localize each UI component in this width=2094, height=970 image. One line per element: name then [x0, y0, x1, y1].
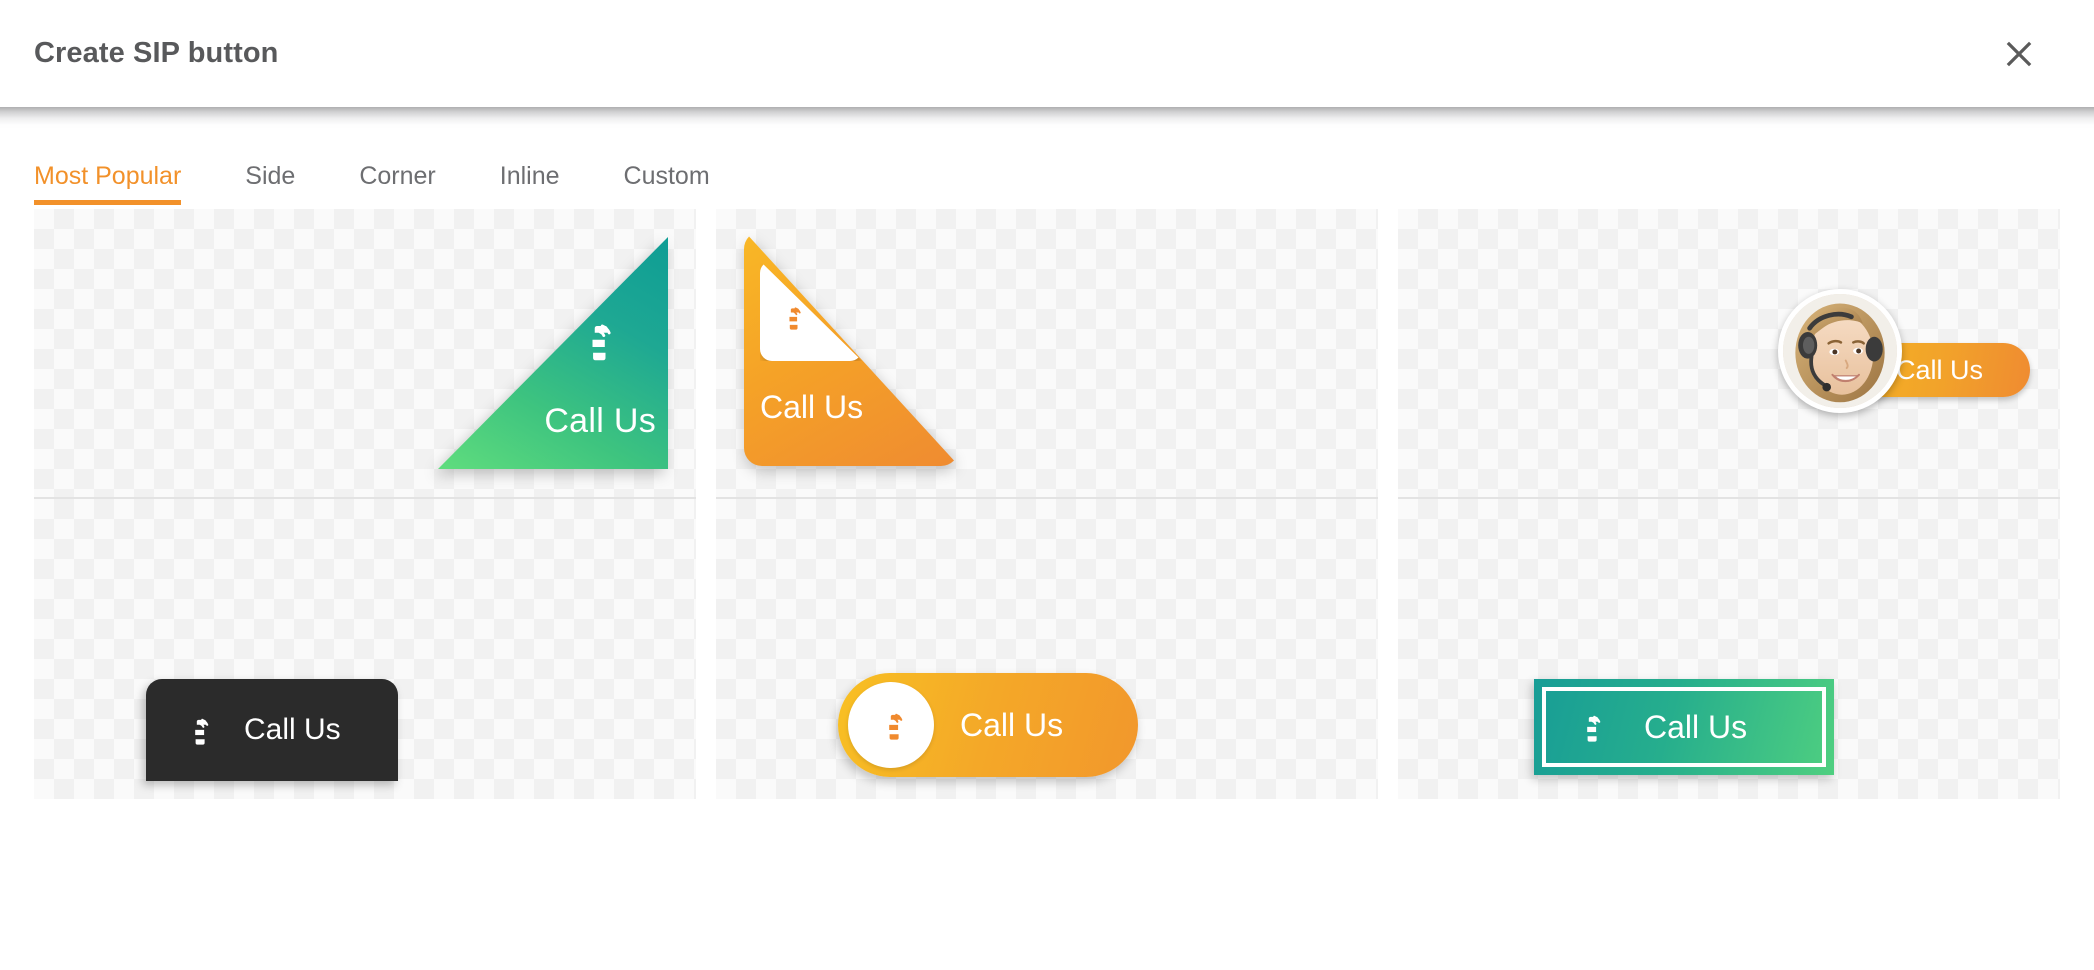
- template-card-orange-pill[interactable]: Call Us: [716, 499, 1378, 799]
- tab-side[interactable]: Side: [221, 162, 335, 205]
- green-triangle-widget[interactable]: Call Us: [438, 237, 668, 469]
- page-title: Create SIP button: [34, 37, 278, 70]
- close-icon: [2004, 39, 2034, 69]
- template-card-avatar-orange-pill[interactable]: Call Us: [1398, 209, 2060, 499]
- widget-label: Call Us: [244, 713, 341, 747]
- phone-waves-icon: [176, 709, 218, 751]
- pill-icon-circle: [848, 682, 934, 768]
- green-call-button[interactable]: Call Us: [1534, 679, 1834, 775]
- orange-triangle-icon-plate: [760, 261, 862, 361]
- template-card-dark-rounded[interactable]: Call Us: [34, 499, 696, 799]
- modal-header: Create SIP button: [0, 0, 2094, 107]
- dark-call-button[interactable]: Call Us: [146, 679, 398, 781]
- tab-corner[interactable]: Corner: [335, 162, 475, 205]
- template-card-green-bordered[interactable]: Call Us: [1398, 499, 2060, 799]
- phone-waves-icon: [1568, 706, 1610, 748]
- widget-label: Call Us: [760, 389, 863, 426]
- operator-avatar: [1778, 289, 1902, 413]
- orange-call-button[interactable]: Call Us: [838, 673, 1138, 777]
- template-card-orange-corner-triangle[interactable]: Call Us: [716, 209, 1378, 499]
- phone-waves-icon: [773, 299, 809, 335]
- tab-inline[interactable]: Inline: [476, 162, 600, 205]
- template-card-green-corner-triangle[interactable]: Call Us: [34, 209, 696, 499]
- widget-label: Call Us: [544, 402, 656, 441]
- phone-waves-icon: [566, 311, 624, 369]
- close-button[interactable]: [1996, 31, 2042, 77]
- orange-triangle-widget[interactable]: Call Us: [744, 231, 959, 466]
- widget-label: Call Us: [1896, 355, 1983, 386]
- tab-most-popular[interactable]: Most Popular: [34, 162, 221, 205]
- tab-custom[interactable]: Custom: [600, 162, 750, 205]
- avatar-pill-widget[interactable]: Call Us: [1730, 289, 2030, 429]
- widget-label: Call Us: [1644, 709, 1747, 746]
- button-template-grid: Call Us: [0, 209, 2094, 799]
- tab-bar: Most Popular Side Corner Inline Custom: [0, 129, 2094, 205]
- header-divider-shadow: [0, 107, 2094, 129]
- widget-label: Call Us: [960, 707, 1063, 744]
- phone-waves-icon: [870, 704, 912, 746]
